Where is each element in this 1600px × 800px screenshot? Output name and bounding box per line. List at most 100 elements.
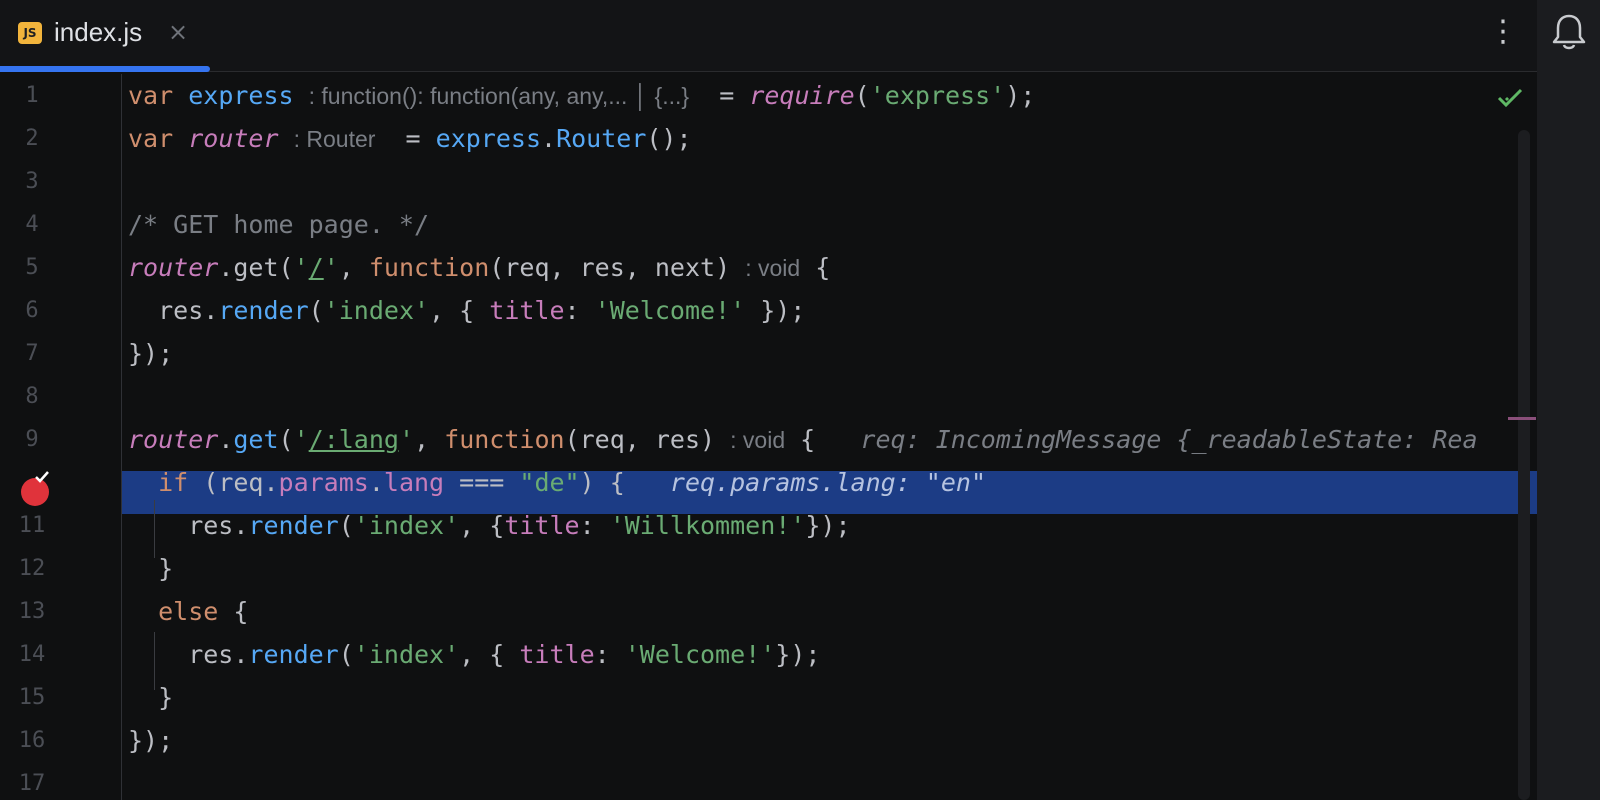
punctuation: ( — [338, 511, 354, 540]
punctuation: }); — [745, 296, 806, 325]
string-quote: ' — [398, 425, 415, 454]
code-line-9[interactable]: router.get('/:lang', function(req, res) … — [128, 418, 1478, 462]
code-line-5[interactable]: router.get('/', function(req, res, next)… — [128, 246, 830, 290]
punctuation: ( — [338, 640, 354, 669]
line-number[interactable]: 9 — [0, 418, 64, 462]
punctuation: ( — [308, 296, 324, 325]
identifier: router — [128, 253, 219, 282]
code-line-16[interactable]: }); — [128, 719, 173, 763]
punctuation: }); — [775, 640, 821, 669]
punctuation: (); — [646, 124, 692, 153]
punctuation: } — [128, 683, 174, 712]
string-literal: 'index' — [353, 511, 460, 540]
code-line-1[interactable]: var express : function(): function(any, … — [128, 74, 1035, 118]
identifier: router — [188, 124, 279, 153]
punctuation: ( — [278, 425, 294, 454]
keyword: else — [158, 597, 219, 626]
line-number[interactable]: 8 — [0, 375, 64, 419]
line-number[interactable]: 13 — [0, 590, 64, 634]
line-number[interactable]: 4 — [0, 203, 64, 247]
right-tool-strip — [1537, 0, 1600, 800]
route-path[interactable]: /:lang — [309, 425, 399, 454]
punctuation: { — [218, 597, 249, 626]
operator: = — [704, 81, 750, 110]
line-number[interactable]: 14 — [0, 633, 64, 677]
more-options-icon[interactable]: ⋮ — [1488, 14, 1518, 50]
code-line-6[interactable]: res.render('index', { title: 'Welcome!' … — [128, 289, 805, 333]
line-number[interactable]: 11 — [0, 504, 64, 548]
code-line-4[interactable]: /* GET home page. */ — [128, 203, 429, 247]
identifier: (req. — [188, 468, 279, 497]
punctuation: . — [218, 425, 234, 454]
punctuation: , — [414, 425, 445, 454]
code-line-7[interactable]: }); — [128, 332, 173, 376]
line-number[interactable]: 6 — [0, 289, 64, 333]
parameters: (req, res, next) — [489, 253, 731, 282]
string-literal: 'Welcome!' — [624, 640, 776, 669]
line-number[interactable]: 5 — [0, 246, 64, 290]
string-quote: ' — [293, 425, 309, 454]
line-number[interactable]: 1 — [0, 74, 64, 118]
punctuation: . — [541, 124, 557, 153]
function-call: Router — [556, 124, 647, 153]
identifier: express — [188, 81, 294, 110]
function-call: render — [248, 640, 339, 669]
string-quote: ' — [323, 253, 339, 282]
breakpoint-verified-check-icon — [35, 471, 49, 483]
punctuation: : — [564, 296, 595, 325]
type-hint: : Router — [293, 126, 376, 152]
code-line-10[interactable]: if (req.params.lang === "de") { req.para… — [128, 461, 986, 505]
inline-debug-value[interactable]: req.params.lang: "en" — [670, 468, 986, 497]
type-hint: : function(): function(any, any,... — [308, 83, 628, 109]
function-call: require — [749, 81, 855, 110]
code-line-2[interactable]: var router : Router = express.Router(); — [128, 117, 692, 161]
string-literal: 'Willkommen!' — [609, 511, 806, 540]
punctuation: , { — [459, 511, 505, 540]
line-number[interactable]: 7 — [0, 332, 64, 376]
comment: /* GET home page. */ — [128, 210, 430, 239]
tab-index-js[interactable]: JS index.js × — [0, 0, 210, 72]
code-line-14[interactable]: res.render('index', { title: 'Welcome!'}… — [128, 633, 820, 677]
punctuation: ) { — [579, 468, 625, 497]
inline-debug-value[interactable]: req: IncomingMessage {_readableState: Re… — [860, 425, 1477, 454]
notifications-bell-icon[interactable] — [1551, 12, 1587, 52]
function-call: render — [248, 511, 339, 540]
line-number[interactable]: 2 — [0, 117, 64, 161]
keyword: var — [128, 124, 174, 153]
code-line-11[interactable]: res.render('index', {title: 'Willkommen!… — [128, 504, 850, 548]
code-line-13[interactable]: else { — [128, 590, 248, 634]
route-path[interactable]: / — [309, 253, 324, 282]
no-problems-check-icon[interactable] — [1496, 86, 1524, 110]
string-literal: 'Welcome!' — [594, 296, 746, 325]
punctuation: : — [594, 640, 625, 669]
line-number[interactable]: 3 — [0, 160, 64, 204]
identifier: express — [435, 124, 541, 153]
line-number[interactable]: 17 — [0, 762, 64, 800]
vertical-scrollbar[interactable] — [1518, 130, 1530, 800]
function-call: render — [218, 296, 309, 325]
code-line-12[interactable]: } — [128, 547, 173, 591]
operator: === — [444, 468, 520, 497]
line-number[interactable]: 15 — [0, 676, 64, 720]
type-hint-expand[interactable]: {...} — [655, 83, 690, 109]
string-literal: 'express' — [869, 81, 1006, 110]
line-number[interactable]: 12 — [0, 547, 64, 591]
string-literal: "de" — [519, 468, 580, 497]
punctuation: , { — [429, 296, 490, 325]
code-line-15[interactable]: } — [128, 676, 173, 720]
scrollbar-error-marker[interactable] — [1508, 417, 1536, 420]
close-tab-icon[interactable]: × — [168, 16, 188, 48]
identifier: res. — [128, 640, 249, 669]
line-number[interactable]: 16 — [0, 719, 64, 763]
punctuation: , { — [459, 640, 520, 669]
string-literal: 'index' — [353, 640, 460, 669]
punctuation: ); — [1005, 81, 1036, 110]
punctuation: { — [800, 253, 831, 282]
keyword: var — [128, 81, 174, 110]
identifier: res. — [128, 511, 249, 540]
punctuation: , — [338, 253, 369, 282]
keyword: function — [368, 253, 490, 282]
punctuation: }); — [128, 339, 174, 368]
